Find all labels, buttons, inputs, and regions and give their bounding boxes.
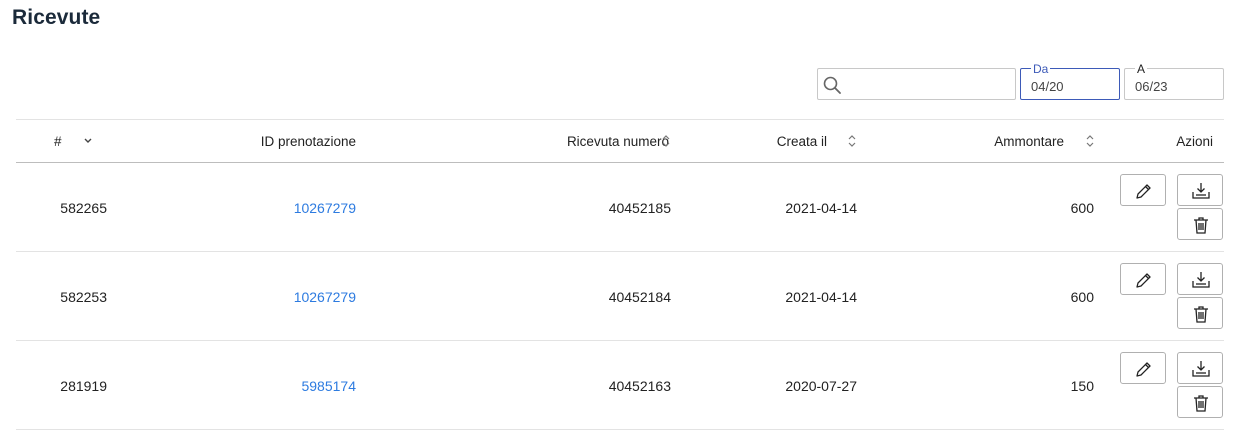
download-button[interactable] xyxy=(1177,263,1223,295)
date-to-input[interactable] xyxy=(1135,77,1220,95)
header-amount[interactable]: Ammontare xyxy=(994,134,1064,149)
trash-icon xyxy=(1194,306,1208,323)
cell-receipt-number: 40452185 xyxy=(608,200,671,216)
delete-button[interactable] xyxy=(1177,386,1223,418)
header-receipt-number[interactable]: Ricevuta numero xyxy=(567,134,669,149)
search-icon xyxy=(823,76,841,94)
edit-button[interactable] xyxy=(1120,263,1166,295)
cell-number: 281919 xyxy=(60,378,107,394)
pencil-icon xyxy=(1136,362,1151,377)
table-header: # ID prenotazione Ricevuta numero Creata… xyxy=(16,119,1224,163)
search-input[interactable] xyxy=(848,69,1013,99)
download-icon xyxy=(1192,272,1210,288)
date-from-label: Da xyxy=(1031,62,1051,76)
date-to-field[interactable]: A xyxy=(1124,63,1224,100)
table-row: 281919 5985174 40452163 2020-07-27 150 xyxy=(16,341,1224,430)
date-from-field[interactable]: Da xyxy=(1020,63,1120,100)
download-icon xyxy=(1192,183,1210,199)
header-created[interactable]: Creata il xyxy=(777,134,827,149)
download-button[interactable] xyxy=(1177,352,1223,384)
download-icon xyxy=(1192,361,1210,377)
delete-button[interactable] xyxy=(1177,208,1223,240)
header-number[interactable]: # xyxy=(54,134,62,149)
cell-created: 2021-04-14 xyxy=(785,200,857,216)
table-row: 582265 10267279 40452185 2021-04-14 600 xyxy=(16,163,1224,252)
header-actions: Azioni xyxy=(1176,134,1213,149)
date-to-label: A xyxy=(1135,62,1148,76)
search-box[interactable] xyxy=(817,68,1016,100)
booking-id-link[interactable]: 10267279 xyxy=(294,289,356,305)
sort-icon[interactable] xyxy=(1085,134,1095,148)
pencil-icon xyxy=(1136,273,1151,288)
chevron-down-icon[interactable] xyxy=(83,134,93,148)
cell-created: 2020-07-27 xyxy=(785,378,857,394)
cell-created: 2021-04-14 xyxy=(785,289,857,305)
cell-receipt-number: 40452163 xyxy=(608,378,671,394)
trash-icon xyxy=(1194,217,1208,234)
header-booking-id: ID prenotazione xyxy=(260,134,356,149)
edit-button[interactable] xyxy=(1120,352,1166,384)
download-button[interactable] xyxy=(1177,174,1223,206)
cell-number: 582253 xyxy=(60,289,107,305)
cell-receipt-number: 40452184 xyxy=(608,289,671,305)
cell-amount: 600 xyxy=(1070,289,1094,305)
booking-id-link[interactable]: 10267279 xyxy=(294,200,356,216)
pencil-icon xyxy=(1136,184,1151,199)
sort-icon[interactable] xyxy=(847,134,857,148)
cell-number: 582265 xyxy=(60,200,107,216)
edit-button[interactable] xyxy=(1120,174,1166,206)
sort-icon[interactable] xyxy=(661,134,671,148)
delete-button[interactable] xyxy=(1177,297,1223,329)
cell-amount: 600 xyxy=(1070,200,1094,216)
table-row: 582253 10267279 40452184 2021-04-14 600 xyxy=(16,252,1224,341)
page-title: Ricevute xyxy=(12,6,101,29)
receipts-table: # ID prenotazione Ricevuta numero Creata… xyxy=(16,119,1224,430)
booking-id-link[interactable]: 5985174 xyxy=(301,378,356,394)
date-from-input[interactable] xyxy=(1031,77,1116,95)
cell-amount: 150 xyxy=(1070,378,1094,394)
trash-icon xyxy=(1194,395,1208,412)
